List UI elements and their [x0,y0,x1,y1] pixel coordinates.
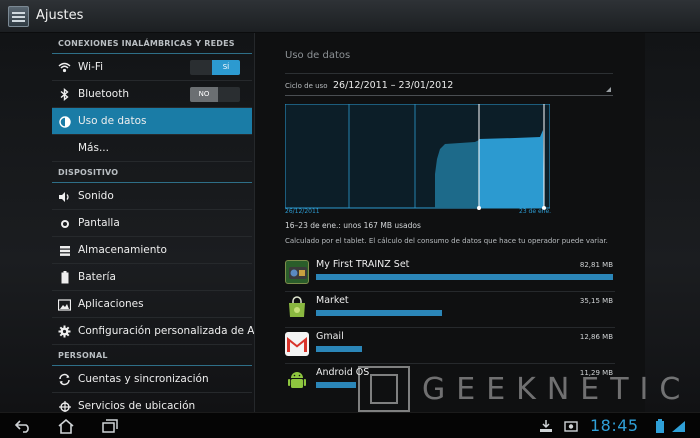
app-row-trainz[interactable]: My First TRAINZ Set 82,81 MB [285,256,615,292]
sidebar-item-more[interactable]: Más... [52,135,252,162]
sidebar-item-battery[interactable]: Batería [52,264,252,291]
range-start-knob [477,206,481,210]
sidebar-item-label: Bluetooth [78,88,129,100]
app-usage-bar [316,346,362,352]
sidebar-item-label: Aplicaciones [78,298,144,310]
system-bar: 18:45 [0,412,700,438]
sidebar-item-storage[interactable]: Almacenamiento [52,237,252,264]
panel-title: Uso de datos [285,50,351,61]
gmail-icon [285,332,309,356]
usage-chart-svg [284,103,551,210]
section-header-personal: PERSONAL [52,345,252,366]
back-icon[interactable] [13,418,33,434]
app-usage-bar [316,382,356,388]
section-header-wireless: CONEXIONES INALÁMBRICAS Y REDES [52,33,252,54]
app-usage-bar [316,310,442,316]
sidebar-item-wifi[interactable]: Wi-Fi SÍ [52,54,252,81]
toggle-knob: NO [190,87,218,102]
storage-icon [58,244,71,257]
chart-start-label: 26/12/2011 [285,208,320,215]
sync-icon [58,373,71,386]
apps-icon [58,298,71,311]
sidebar-item-label: Almacenamiento [78,244,167,256]
market-icon [285,296,309,320]
cycle-underline [285,95,613,96]
cycle-spinner[interactable]: 26/12/2011 – 23/01/2012 [333,80,453,91]
bluetooth-icon [58,88,71,101]
data-usage-icon [58,115,71,128]
toggle-knob: SÍ [212,60,240,75]
sidebar-item-asus-settings[interactable]: Configuración personalizada de ASUS [52,318,276,345]
sidebar-item-label: Uso de datos [78,115,147,127]
sidebar-item-label: Pantalla [78,217,120,229]
app-name: Gmail [316,331,344,342]
settings-list: CONEXIONES INALÁMBRICAS Y REDES Wi-Fi SÍ… [52,33,276,420]
display-icon [58,217,71,230]
sidebar-item-label: Wi-Fi [78,61,104,73]
sidebar-item-apps[interactable]: Aplicaciones [52,291,252,318]
usage-area-selected [479,130,544,208]
settings-icon[interactable] [8,6,29,27]
app-row-market[interactable]: Market 35,15 MB [285,292,615,328]
app-size: 12,86 MB [579,333,613,341]
sidebar-item-label: Sonido [78,190,114,202]
sidebar-item-accounts-sync[interactable]: Cuentas y sincronización [52,366,252,393]
battery-icon [58,271,71,284]
sidebar-item-label: Cuentas y sincronización [78,373,209,385]
sidebar-item-label: Batería [78,271,116,283]
app-usage-bar [316,274,613,280]
sidebar-item-sound[interactable]: Sonido [52,183,252,210]
section-header-device: DISPOSITIVO [52,162,252,183]
download-icon[interactable] [536,418,556,434]
sidebar-item-label: Configuración personalizada de ASUS [78,325,276,337]
usage-summary: 16–23 de ene.: unos 167 MB usados [285,221,421,230]
gear-icon [58,325,71,338]
wifi-toggle[interactable]: SÍ [190,60,240,75]
wifi-icon [58,61,71,74]
home-icon[interactable] [56,418,76,434]
trainz-icon [285,260,309,284]
recent-apps-icon[interactable] [100,418,120,434]
usage-area-past [435,140,479,208]
usage-disclaimer: Calculado por el tablet. El cálculo del … [285,237,608,245]
sound-icon [58,190,71,203]
bluetooth-toggle[interactable]: NO [190,87,240,102]
battery-status-icon[interactable] [650,418,670,434]
app-size: 82,81 MB [579,261,613,269]
dropdown-arrow-icon[interactable] [606,87,611,92]
chart-end-label: 23 de ene. [519,208,552,215]
usage-chart[interactable] [284,103,551,211]
app-row-gmail[interactable]: Gmail 12,86 MB [285,328,615,364]
sidebar-item-data-usage[interactable]: Uso de datos [52,108,252,135]
clock[interactable]: 18:45 [590,416,639,435]
divider [285,73,613,74]
cycle-label: Ciclo de uso [285,82,328,90]
app-name: Market [316,295,349,306]
watermark-text: GEEKNETIC [422,372,692,407]
android-icon [285,368,309,392]
data-usage-panel: Uso de datos Ciclo de uso 26/12/2011 – 2… [254,33,645,412]
sidebar-item-label: Servicios de ubicación [78,400,196,412]
sidebar-item-label: Más... [78,142,109,154]
wifi-signal-icon[interactable] [668,418,688,434]
watermark-logo-inner [370,374,398,404]
app-title: Ajustes [36,8,84,23]
sidebar-item-display[interactable]: Pantalla [52,210,252,237]
screenshot-icon[interactable] [561,418,581,434]
app-size: 35,15 MB [579,297,613,305]
sidebar-item-bluetooth[interactable]: Bluetooth NO [52,81,252,108]
action-bar: Ajustes [0,0,700,33]
app-name: My First TRAINZ Set [316,259,410,270]
